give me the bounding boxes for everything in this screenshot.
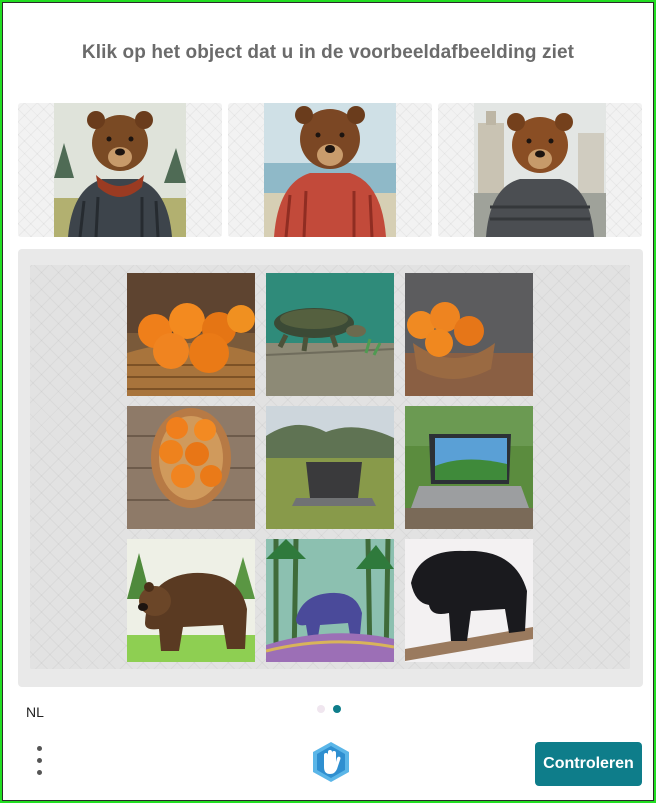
vertical-dots-icon-dot (37, 758, 42, 763)
grid-tile-2[interactable] (266, 273, 394, 396)
vertical-dots-icon-dot (37, 770, 42, 775)
grid-tile-1[interactable] (127, 273, 255, 396)
hand-logo-icon (309, 740, 353, 784)
example-art-3 (474, 103, 606, 237)
example-image-3 (438, 103, 642, 237)
grid-tile-6[interactable] (405, 406, 533, 529)
challenge-prompt: Klik op het object dat u in de voorbeeld… (81, 42, 575, 63)
menu-button[interactable] (32, 745, 48, 779)
example-art-2 (264, 103, 396, 237)
grid-tile-3[interactable] (405, 273, 533, 396)
page-dot-2 (333, 705, 341, 713)
grid-tile-7[interactable] (127, 539, 255, 662)
vertical-dots-icon (37, 746, 42, 751)
example-image-2 (228, 103, 432, 237)
submit-button[interactable]: Controleren (535, 742, 642, 786)
example-art-1 (54, 103, 186, 237)
grid-tile-9[interactable] (405, 539, 533, 662)
example-images (18, 103, 642, 237)
grid-tile-8[interactable] (266, 539, 394, 662)
language-selector[interactable]: NL (26, 704, 44, 720)
example-image-1 (18, 103, 222, 237)
grid-tile-5[interactable] (266, 406, 394, 529)
captcha-frame: Klik op het object dat u in de voorbeeld… (0, 0, 656, 803)
page-dot-1 (317, 705, 325, 713)
image-grid-panel (18, 249, 643, 687)
image-grid (30, 265, 630, 669)
grid-tile-4[interactable] (127, 406, 255, 529)
